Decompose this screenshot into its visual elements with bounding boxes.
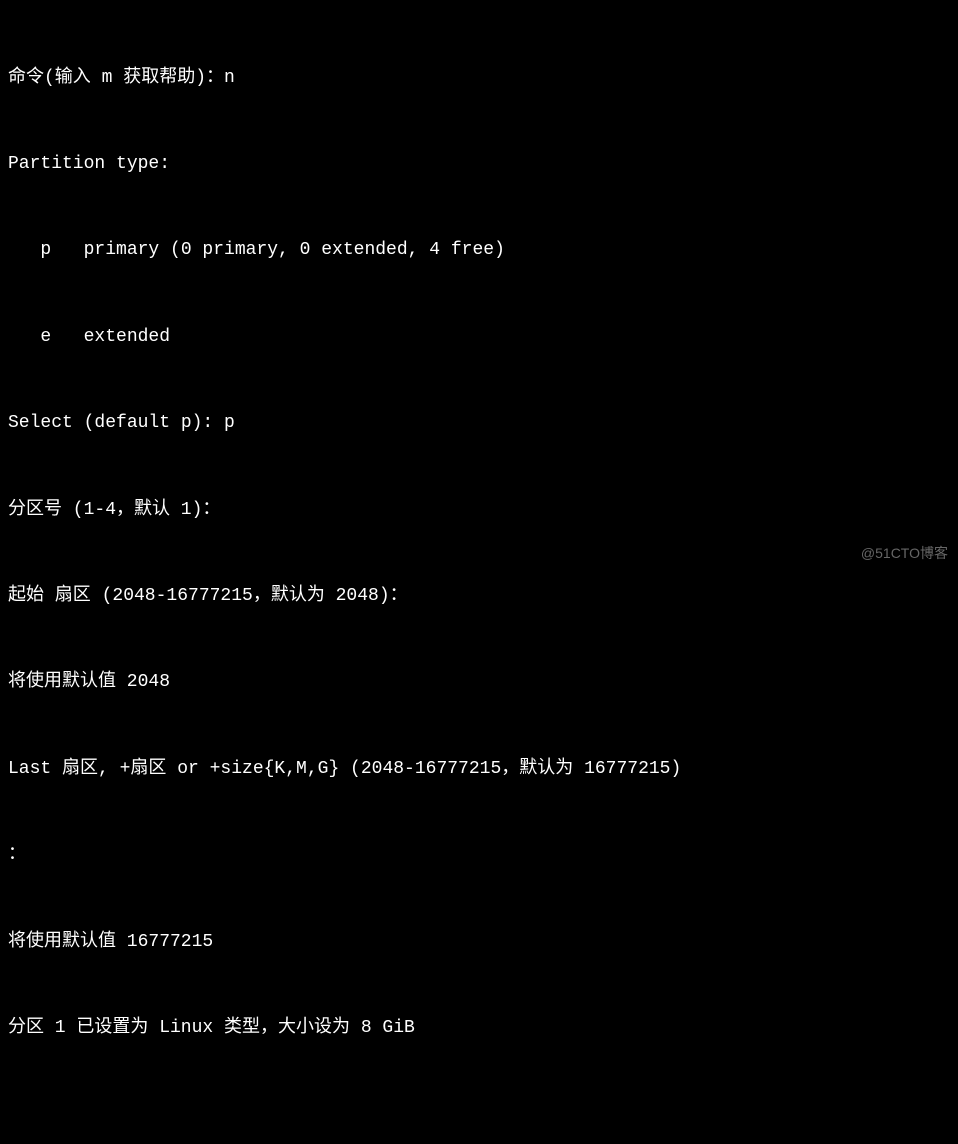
terminal-line: Last 扇区, +扇区 or +size{K,M,G} (2048-16777… [8,755,950,784]
terminal-line: ： [8,841,950,870]
terminal-output[interactable]: 命令(输入 m 获取帮助)：n Partition type: p primar… [8,6,950,1144]
terminal-line: 分区 1 已设置为 Linux 类型，大小设为 8 GiB [8,1014,950,1043]
watermark-text: @51CTO博客 [861,542,948,564]
terminal-line: Partition type: [8,150,950,179]
terminal-line: 命令(输入 m 获取帮助)：n [8,64,950,93]
terminal-line: Select (default p): p [8,409,950,438]
terminal-line: 将使用默认值 2048 [8,668,950,697]
terminal-line: e extended [8,323,950,352]
terminal-line: p primary (0 primary, 0 extended, 4 free… [8,236,950,265]
terminal-line: 分区号 (1-4，默认 1)： [8,496,950,525]
terminal-line: 起始 扇区 (2048-16777215，默认为 2048)： [8,582,950,611]
terminal-line: 将使用默认值 16777215 [8,928,950,957]
